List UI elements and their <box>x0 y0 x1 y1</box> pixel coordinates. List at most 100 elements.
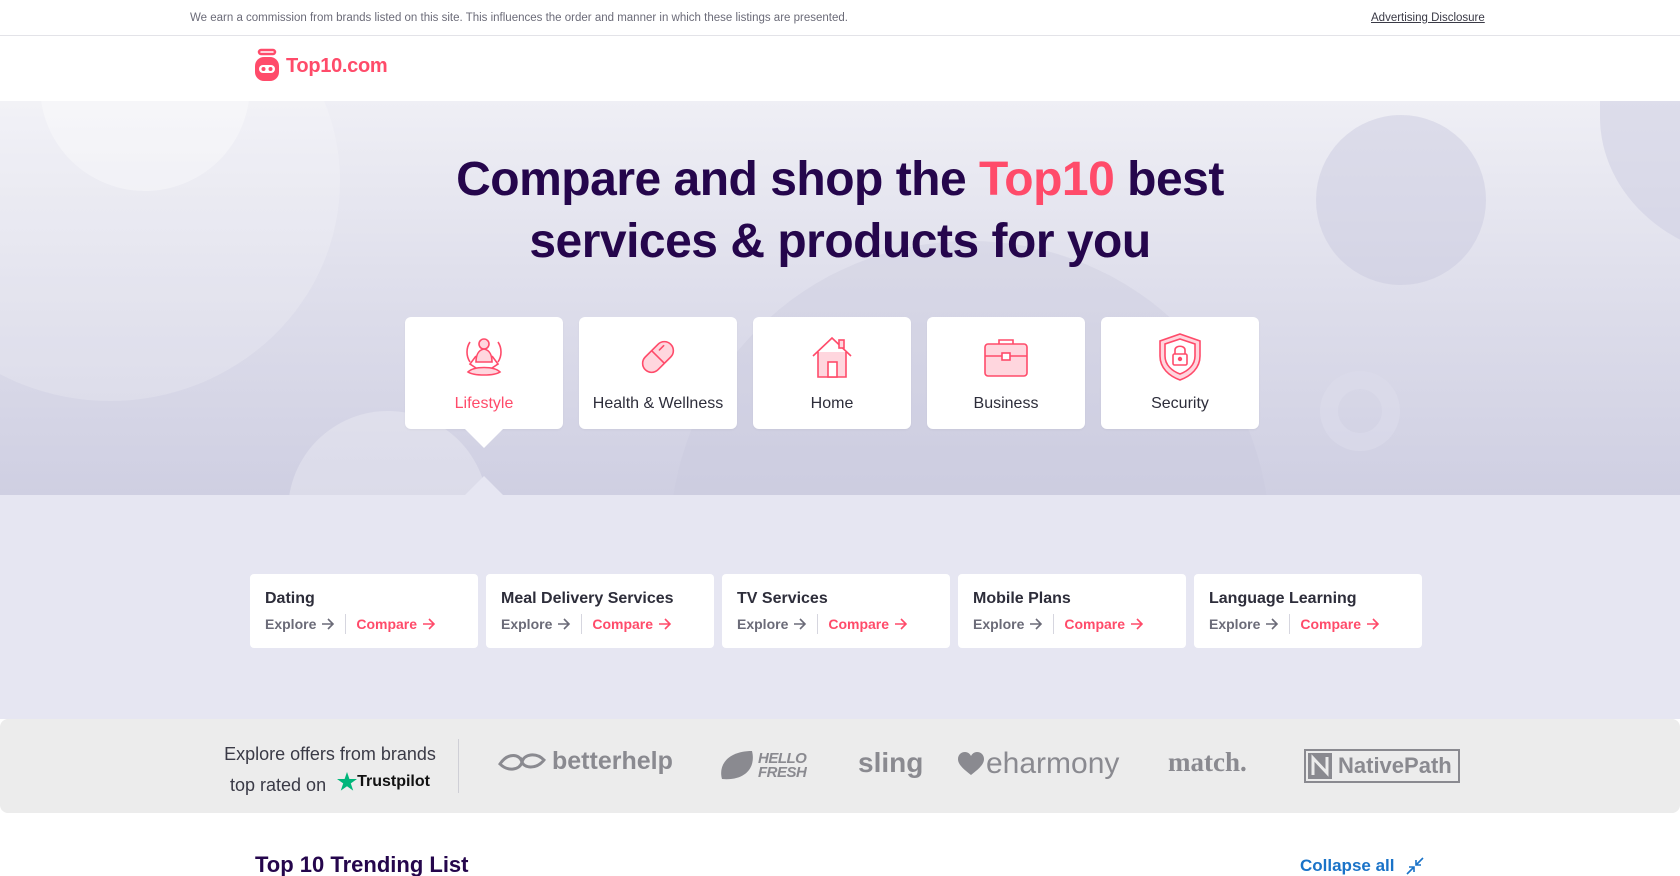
site-logo[interactable]: Top10.com <box>254 48 388 84</box>
compare-link[interactable]: Compare <box>592 616 672 632</box>
brand-logo-nativepath[interactable]: NativePath <box>1304 749 1460 783</box>
brand-name: match. <box>1168 747 1247 777</box>
brands-lead-line1: Explore offers from brands <box>224 744 436 764</box>
heart-icon <box>958 752 984 775</box>
subcategory-list: Dating Explore Compare Meal Delivery Ser… <box>250 574 1422 648</box>
hellofresh-leaf-icon <box>721 751 753 780</box>
section-notch <box>465 476 503 495</box>
briefcase-icon <box>982 333 1030 381</box>
category-label: Lifestyle <box>454 395 514 412</box>
arrow-right-icon <box>423 618 436 630</box>
brands-strip: Explore offers from brands top rated on … <box>0 719 1680 813</box>
hero-section: Compare and shop the Top10 best services… <box>0 101 1680 495</box>
action-divider <box>345 614 347 634</box>
compare-label: Compare <box>592 616 654 632</box>
headline-line2: services & products for you <box>529 215 1151 268</box>
site-header: Top10.com <box>0 36 1680 101</box>
house-icon <box>808 333 856 381</box>
subcategory-card-mobile-plans: Mobile Plans Explore Compare <box>958 574 1186 648</box>
explore-link[interactable]: Explore <box>737 616 807 632</box>
subcategory-card-language-learning: Language Learning Explore Compare <box>1194 574 1422 648</box>
robot-logo-icon <box>255 48 279 81</box>
trending-list-title: Top 10 Trending List <box>255 852 469 876</box>
arrow-right-icon <box>659 618 672 630</box>
category-label: Home <box>810 395 854 412</box>
compare-link[interactable]: Compare <box>1300 616 1380 632</box>
arrow-right-icon <box>1030 618 1043 630</box>
brand-logo-match[interactable]: match. <box>1168 747 1247 778</box>
subcategory-card-meal-delivery: Meal Delivery Services Explore Compare <box>486 574 714 648</box>
brand-logo-sling[interactable]: sling <box>858 747 923 779</box>
brand-name: NativePath <box>1338 753 1452 778</box>
arrow-right-icon <box>794 618 807 630</box>
compare-label: Compare <box>828 616 890 632</box>
brand-logo-hellofresh[interactable]: HELLO FRESH <box>718 749 816 783</box>
action-divider <box>1053 614 1055 634</box>
arrow-right-icon <box>895 618 908 630</box>
subcategory-card-tv-services: TV Services Explore Compare <box>722 574 950 648</box>
arrow-right-icon <box>322 618 335 630</box>
shield-lock-icon <box>1156 333 1204 381</box>
compare-link[interactable]: Compare <box>356 616 436 632</box>
brands-lead-line2: top rated on <box>230 775 327 795</box>
collapse-all-button[interactable]: Collapse all <box>1300 856 1425 876</box>
arrow-right-icon <box>1367 618 1380 630</box>
headline-accent: Top10 <box>979 153 1115 206</box>
category-tab-lifestyle[interactable]: Lifestyle <box>405 317 563 448</box>
meditation-icon <box>460 333 508 381</box>
category-tab-health-wellness[interactable]: Health & Wellness <box>579 317 737 429</box>
action-divider <box>1289 614 1291 634</box>
explore-label: Explore <box>1209 616 1261 632</box>
disclosure-bar: We earn a commission from brands listed … <box>0 0 1680 36</box>
compare-label: Compare <box>1300 616 1362 632</box>
arrow-right-icon <box>1266 618 1279 630</box>
compare-link[interactable]: Compare <box>828 616 908 632</box>
headline-part1: Compare and shop the <box>456 153 980 206</box>
brand-name: eharmony <box>986 747 1120 780</box>
background-circle <box>1320 371 1400 451</box>
brand-logo-betterhelp[interactable]: betterhelp <box>498 747 673 776</box>
subcategory-title: Mobile Plans <box>973 590 1071 607</box>
subcategory-title: Meal Delivery Services <box>501 590 674 607</box>
explore-label: Explore <box>501 616 553 632</box>
arrow-right-icon <box>558 618 571 630</box>
category-tabs: Lifestyle Health & Wellness Home Busines… <box>405 317 1259 448</box>
arrow-right-icon <box>1131 618 1144 630</box>
category-label: Health & Wellness <box>592 395 724 412</box>
advertising-disclosure-link[interactable]: Advertising Disclosure <box>1371 12 1485 24</box>
category-label: Security <box>1151 395 1209 412</box>
commission-notice: We earn a commission from brands listed … <box>190 12 848 24</box>
collapse-all-label: Collapse all <box>1300 856 1395 875</box>
explore-label: Explore <box>265 616 317 632</box>
explore-link[interactable]: Explore <box>501 616 571 632</box>
subcategory-title: Dating <box>265 590 315 607</box>
brands-lead-text: Explore offers from brands top rated on … <box>210 741 450 799</box>
action-divider <box>581 614 583 634</box>
explore-label: Explore <box>973 616 1025 632</box>
subcategory-title: Language Learning <box>1209 590 1357 607</box>
logo-text: Top10.com <box>286 54 388 77</box>
pill-icon <box>634 333 682 381</box>
subcategory-title: TV Services <box>737 590 828 607</box>
explore-link[interactable]: Explore <box>973 616 1043 632</box>
trustpilot-logo: Trustpilot <box>337 768 430 795</box>
explore-link[interactable]: Explore <box>1209 616 1279 632</box>
compare-label: Compare <box>356 616 418 632</box>
nativepath-mark-icon <box>1308 753 1332 779</box>
explore-label: Explore <box>737 616 789 632</box>
explore-link[interactable]: Explore <box>265 616 335 632</box>
brands-divider <box>458 739 459 793</box>
category-label: Business <box>973 395 1039 412</box>
betterhelp-leaf-icon <box>498 753 546 770</box>
trustpilot-star-icon <box>337 772 358 791</box>
category-tab-home[interactable]: Home <box>753 317 911 429</box>
hero-headline: Compare and shop the Top10 best services… <box>0 149 1680 273</box>
collapse-arrows-icon <box>1406 857 1425 875</box>
category-tab-business[interactable]: Business <box>927 317 1085 429</box>
brand-name: HELLO FRESH <box>758 750 807 781</box>
compare-label: Compare <box>1064 616 1126 632</box>
action-divider <box>817 614 819 634</box>
brand-logo-eharmony[interactable]: eharmony <box>958 747 1119 781</box>
compare-link[interactable]: Compare <box>1064 616 1144 632</box>
category-tab-security[interactable]: Security <box>1101 317 1259 429</box>
